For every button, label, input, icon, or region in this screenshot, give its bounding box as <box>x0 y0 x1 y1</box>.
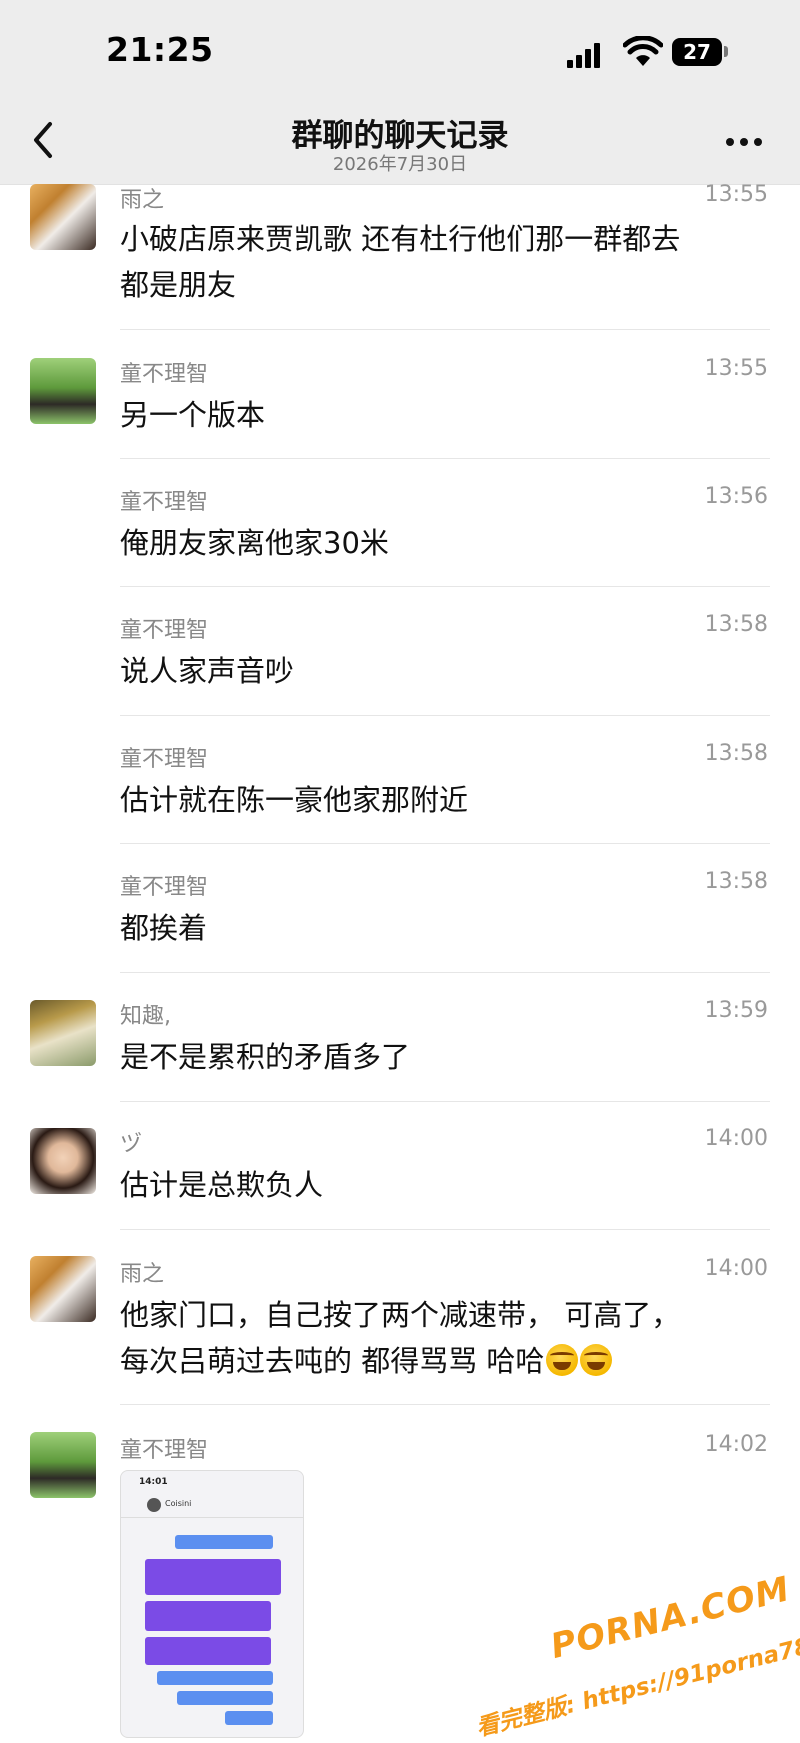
sender-name: 童不理智 <box>120 747 209 772</box>
page-date: 2026年7月30日 <box>332 154 468 175</box>
message-line: 他家门口，自己按了两个减速带， 可高了， <box>120 1298 681 1332</box>
screenshot-bubble <box>177 1691 273 1705</box>
sender-name: 雨之 <box>120 1262 165 1287</box>
more-options-icon[interactable] <box>726 138 766 148</box>
screenshot-contact-name: Coisini <box>165 1499 192 1508</box>
screenshot-bubble <box>175 1535 273 1549</box>
message-text: 都挨着 <box>120 905 760 951</box>
screenshot-bubble <box>145 1601 271 1631</box>
message-time: 13:55 <box>704 356 768 381</box>
message-line: 说人家声音吵 <box>120 654 295 688</box>
divider <box>120 843 770 844</box>
laughing-crying-emoji-icon <box>580 1344 613 1376</box>
divider <box>120 1101 770 1102</box>
nav-bar: 群聊的聊天记录 2026年7月30日 <box>0 100 800 185</box>
message-text: 是不是累积的矛盾多了 <box>120 1034 760 1080</box>
message-text: 小破店原来贾凯歌 还有杜行他们那一群都去 都是朋友 <box>120 216 760 308</box>
avatar[interactable] <box>30 1432 96 1498</box>
sender-name: 童不理智 <box>120 490 209 515</box>
message-time: 14:00 <box>704 1256 768 1281</box>
message-text: 俺朋友家离他家30米 <box>120 520 760 566</box>
message-line: 小破店原来贾凯歌 还有杜行他们那一群都去 <box>120 222 681 256</box>
message-text: 他家门口，自己按了两个减速带， 可高了， 每次吕萌过去吨的 都得骂骂 哈哈 <box>120 1292 760 1384</box>
message-time: 14:02 <box>704 1432 768 1457</box>
message-line: 俺朋友家离他家30米 <box>120 526 389 560</box>
message-line: 估计是总欺负人 <box>120 1168 324 1202</box>
status-time: 21:25 <box>106 30 214 69</box>
sender-name: 童不理智 <box>120 618 209 643</box>
page-title: 群聊的聊天记录 <box>291 118 509 154</box>
message-text: 说人家声音吵 <box>120 648 760 694</box>
sender-name: 童不理智 <box>120 875 209 900</box>
divider <box>120 586 770 587</box>
message-text: 估计就在陈一豪他家那附近 <box>120 777 760 823</box>
laughing-crying-emoji-icon <box>546 1344 579 1376</box>
screenshot-bubble <box>157 1671 273 1685</box>
message-time: 14:00 <box>704 1126 768 1151</box>
message-time: 13:58 <box>704 741 768 766</box>
message-time: 13:59 <box>704 998 768 1023</box>
sender-name: 童不理智 <box>120 1438 209 1463</box>
screenshot-bubble <box>225 1711 273 1725</box>
screenshot-time: 14:01 <box>139 1477 168 1487</box>
message-line: 另一个版本 <box>120 398 266 432</box>
battery-icon: 27 <box>672 38 722 66</box>
message-line: 都挨着 <box>120 911 208 945</box>
message-text: 估计是总欺负人 <box>120 1162 760 1208</box>
sender-name: 童不理智 <box>120 362 209 387</box>
screenshot-bubble <box>145 1559 281 1595</box>
divider <box>120 1404 770 1405</box>
sender-name: ヅ <box>120 1132 143 1157</box>
message-line: 估计就在陈一豪他家那附近 <box>120 783 469 817</box>
message-time: 13:58 <box>704 612 768 637</box>
divider <box>120 329 770 330</box>
message-time: 13:55 <box>704 182 768 207</box>
status-bar: 21:25 27 <box>0 0 800 100</box>
screenshot-bubble <box>145 1637 271 1665</box>
wifi-icon <box>623 36 663 66</box>
avatar[interactable] <box>30 1128 96 1194</box>
message-line: 每次吕萌过去吨的 都得骂骂 哈哈 <box>120 1344 545 1378</box>
divider <box>120 972 770 973</box>
message-line: 都是朋友 <box>120 268 237 302</box>
divider <box>120 1229 770 1230</box>
divider <box>120 458 770 459</box>
avatar[interactable] <box>30 358 96 424</box>
avatar[interactable] <box>30 1256 96 1322</box>
sender-name: 雨之 <box>120 188 165 213</box>
avatar[interactable] <box>30 184 96 250</box>
screenshot-avatar <box>147 1498 161 1512</box>
screenshot-image-message[interactable]: 14:01 Coisini <box>120 1470 304 1738</box>
message-text: 另一个版本 <box>120 392 760 438</box>
message-line: 是不是累积的矛盾多了 <box>120 1040 411 1074</box>
message-time: 13:56 <box>704 484 768 509</box>
message-time: 13:58 <box>704 869 768 894</box>
battery-tip <box>724 46 728 57</box>
sender-name: 知趣, <box>120 1004 171 1029</box>
cellular-signal-icon <box>567 42 607 68</box>
avatar[interactable] <box>30 1000 96 1066</box>
divider <box>120 715 770 716</box>
